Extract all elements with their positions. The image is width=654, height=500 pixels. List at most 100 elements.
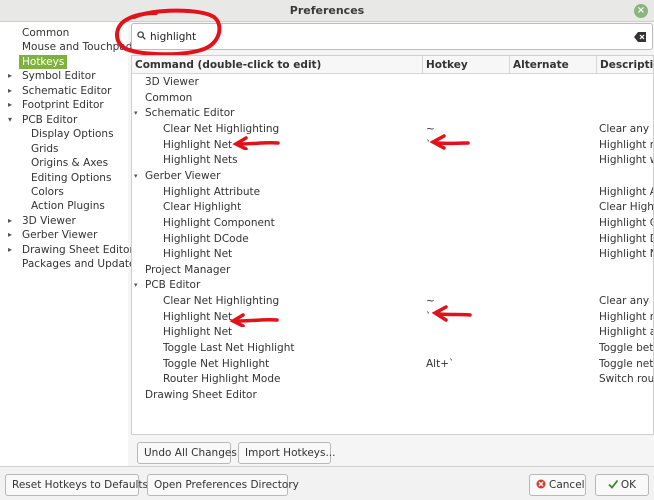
sidebar-item[interactable]: Display Options — [31, 127, 114, 141]
table-group-row[interactable]: Common — [132, 91, 653, 107]
description-cell: Highlight Co — [599, 216, 653, 229]
description-cell: Highlight At — [599, 185, 653, 198]
sidebar-item[interactable]: Packages and Updates — [22, 257, 141, 271]
command-cell: Highlight Attribute — [163, 185, 261, 198]
table-row[interactable]: Highlight Net ` Highlight net — [132, 310, 653, 326]
command-cell: Clear Net Highlighting — [163, 295, 280, 308]
sidebar-item[interactable]: PCB Editor — [22, 113, 77, 127]
hotkey-cell: ` — [426, 138, 432, 151]
table-group-row[interactable]: ▾ Schematic Editor — [132, 106, 653, 122]
clear-search-icon[interactable] — [634, 32, 646, 42]
reset-hotkeys-button[interactable]: Reset Hotkeys to Defaults — [5, 474, 148, 496]
sidebar-item[interactable]: Symbol Editor — [22, 69, 96, 83]
expand-arrow-open-icon[interactable]: ▾ — [8, 113, 16, 127]
expand-arrow-open-icon[interactable]: ▾ — [134, 278, 138, 294]
table-row[interactable]: Clear Net Highlighting ~ Clear any ex — [132, 294, 653, 310]
table-row[interactable]: Highlight Component Highlight Co — [132, 216, 653, 232]
expand-arrow-icon[interactable]: ▸ — [8, 84, 16, 98]
undo-all-changes-button[interactable]: Undo All Changes — [137, 442, 237, 464]
column-description[interactable]: Description — [597, 56, 653, 74]
table-row[interactable]: Router Highlight Mode Switch route — [132, 372, 654, 388]
table-row[interactable]: Clear Highlight Clear Highlig — [132, 200, 653, 216]
command-cell: Highlight Nets — [163, 154, 238, 167]
table-group-row[interactable]: ▾ Gerber Viewer — [132, 169, 653, 185]
search-input[interactable] — [150, 29, 620, 45]
command-cell: Highlight Component — [163, 216, 275, 229]
table-row[interactable]: Highlight Net Highlight all — [132, 325, 653, 341]
command-cell: Toggle Net Highlight — [163, 357, 270, 370]
expand-arrow-open-icon[interactable]: ▾ — [134, 106, 138, 122]
sidebar-item[interactable]: Hotkeys — [19, 54, 68, 69]
table-row[interactable]: Highlight DCode Highlight DC — [132, 232, 653, 248]
sidebar-item[interactable]: Common — [22, 26, 69, 40]
sidebar-item[interactable]: Origins & Axes — [31, 156, 108, 170]
hotkeys-table: Command (double-click to edit) Hotkey Al… — [131, 55, 654, 435]
close-icon[interactable]: × — [634, 4, 648, 18]
table-row[interactable]: Toggle Last Net Highlight Toggle betw — [132, 341, 654, 357]
command-cell: Gerber Viewer — [145, 169, 221, 182]
table-row[interactable]: Toggle Net Highlight Alt+` Toggle net h — [132, 357, 654, 373]
cancel-icon — [536, 479, 546, 489]
description-cell: Toggle betw — [599, 342, 654, 355]
table-group-row[interactable]: 3D Viewer — [132, 75, 653, 91]
sidebar-item[interactable]: Editing Options — [31, 171, 111, 185]
table-row[interactable]: Highlight Net Highlight Ne — [132, 247, 653, 263]
table-row[interactable]: Clear Net Highlighting ~ Clear any ex — [132, 122, 653, 138]
open-preferences-directory-button[interactable]: Open Preferences Directory — [147, 474, 299, 496]
cancel-button[interactable]: Cancel — [529, 474, 586, 496]
search-bar — [131, 23, 653, 50]
command-cell: Highlight Net — [163, 326, 233, 339]
sidebar: Common Mouse and Touchpad Hotkeys ▸ Symbol E… — [0, 22, 141, 466]
window-title: Preferences — [289, 4, 365, 17]
sidebar-item[interactable]: Drawing Sheet Editor — [22, 243, 134, 257]
sidebar-item[interactable]: Grids — [31, 142, 59, 156]
bottom-bar: Reset Hotkeys to Defaults Open Preferenc… — [0, 466, 654, 500]
sidebar-item[interactable]: Action Plugins — [31, 199, 105, 213]
table-group-row[interactable]: Project Manager — [132, 263, 653, 279]
command-cell: Toggle Last Net Highlight — [163, 342, 295, 355]
checkmark-icon — [608, 479, 618, 489]
command-cell: Highlight Net — [163, 310, 233, 323]
table-row[interactable]: Highlight Attribute Highlight At — [132, 185, 653, 201]
description-cell: Toggle net h — [599, 357, 654, 370]
sidebar-item[interactable]: 3D Viewer — [22, 214, 76, 228]
sidebar-item[interactable]: Schematic Editor — [22, 84, 111, 98]
expand-arrow-icon[interactable]: ▸ — [8, 243, 16, 257]
command-cell: PCB Editor — [145, 279, 201, 292]
command-cell: Clear Highlight — [163, 201, 242, 214]
import-hotkeys-button[interactable]: Import Hotkeys... — [238, 442, 336, 464]
command-cell: Highlight Net — [163, 248, 233, 261]
description-cell: Highlight net — [599, 138, 653, 151]
table-group-row[interactable]: Drawing Sheet Editor — [132, 388, 653, 404]
ok-button[interactable]: OK — [595, 474, 649, 496]
command-cell: Highlight Net — [163, 138, 233, 151]
cancel-label: Cancel — [549, 479, 585, 491]
description-cell: Highlight all — [599, 326, 653, 339]
expand-arrow-icon[interactable]: ▸ — [8, 98, 16, 112]
hotkey-cell: Alt+` — [426, 357, 455, 370]
column-hotkey[interactable]: Hotkey — [423, 56, 510, 74]
column-alternate[interactable]: Alternate — [510, 56, 597, 74]
description-cell: Switch route — [599, 373, 654, 386]
command-cell: 3D Viewer — [145, 76, 199, 88]
title-bar: Preferences × — [0, 0, 654, 22]
ok-label: OK — [620, 479, 637, 491]
description-cell: Highlight DC — [599, 232, 653, 245]
description-cell: Clear any ex — [599, 295, 653, 308]
expand-arrow-open-icon[interactable]: ▾ — [134, 169, 138, 185]
description-cell: Highlight net — [599, 310, 653, 323]
expand-arrow-icon[interactable]: ▸ — [8, 69, 16, 83]
sidebar-item[interactable]: Mouse and Touchpad — [22, 40, 132, 54]
expand-arrow-icon[interactable]: ▸ — [8, 214, 16, 228]
command-cell: Schematic Editor — [145, 107, 235, 120]
sidebar-item[interactable]: Colors — [31, 185, 64, 199]
sidebar-item[interactable]: Gerber Viewer — [22, 228, 97, 242]
table-group-row[interactable]: ▾ PCB Editor — [132, 278, 653, 294]
sidebar-item[interactable]: Footprint Editor — [22, 98, 104, 112]
description-cell: Highlight wi — [599, 154, 653, 167]
table-row[interactable]: Highlight Net ` Highlight net — [132, 138, 653, 154]
expand-arrow-icon[interactable]: ▸ — [8, 228, 16, 242]
column-command[interactable]: Command (double-click to edit) — [132, 56, 423, 74]
hotkey-cell: ` — [426, 310, 432, 323]
table-row[interactable]: Highlight Nets Highlight wi — [132, 153, 653, 169]
